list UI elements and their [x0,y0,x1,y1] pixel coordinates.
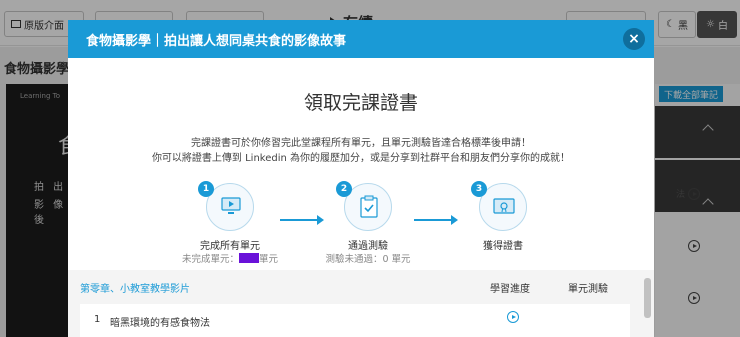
certificate-title: 領取完課證書 [303,92,418,114]
chapter-title: 第零章、小教室教學影片 [80,284,190,295]
column-header-quiz: 單元測驗 [568,284,608,295]
clipboard-check-icon [360,195,378,218]
unit-table: 第零章、小教室教學影片 學習進度 單元測驗 1 暗黑環境的有感食物法 [68,270,654,337]
certificate-icon [493,198,515,214]
step-status: 測驗未通過：0 單元 [325,254,411,265]
certificate-modal: 食物攝影學｜拍出讓人想同桌共食的影像故事 × 領取完課證書 完課證書可於你修習完… [68,20,654,337]
step-label: 通過測驗 [348,241,388,252]
step-label: 完成所有單元 [200,241,260,252]
step-status: 未完成單元： 單元 [181,253,279,265]
monitor-icon [221,197,241,214]
scrollbar[interactable] [644,278,651,318]
modal-header-title: 食物攝影學｜拍出讓人想同桌共食的影像故事 [86,33,347,49]
arrow-right-icon [414,215,458,225]
close-button[interactable]: × [623,28,645,50]
table-row[interactable]: 1 暗黑環境的有感食物法 [80,304,630,337]
description-line-1: 完課證書可於你修習完此堂課程所有單元，且單元測驗皆達合格標準後申請！ [191,138,531,149]
modal-header: 食物攝影學｜拍出讓人想同桌共食的影像故事 [68,20,654,58]
step-number: 1 [198,181,214,197]
step-number: 2 [336,181,352,197]
unit-name: 暗黑環境的有感食物法 [110,318,210,329]
column-header-progress: 學習進度 [490,284,530,295]
arrow-right-icon [280,215,324,225]
step-number: 3 [471,181,487,197]
step-label: 獲得證書 [483,241,523,252]
play-circle-icon[interactable] [507,311,519,323]
redacted-count [239,253,259,263]
description-line-2: 你可以將證書上傳到 Linkedin 為你的履歷加分，或是分享到社群平台和朋友們… [151,153,571,164]
unit-number: 1 [94,314,101,325]
